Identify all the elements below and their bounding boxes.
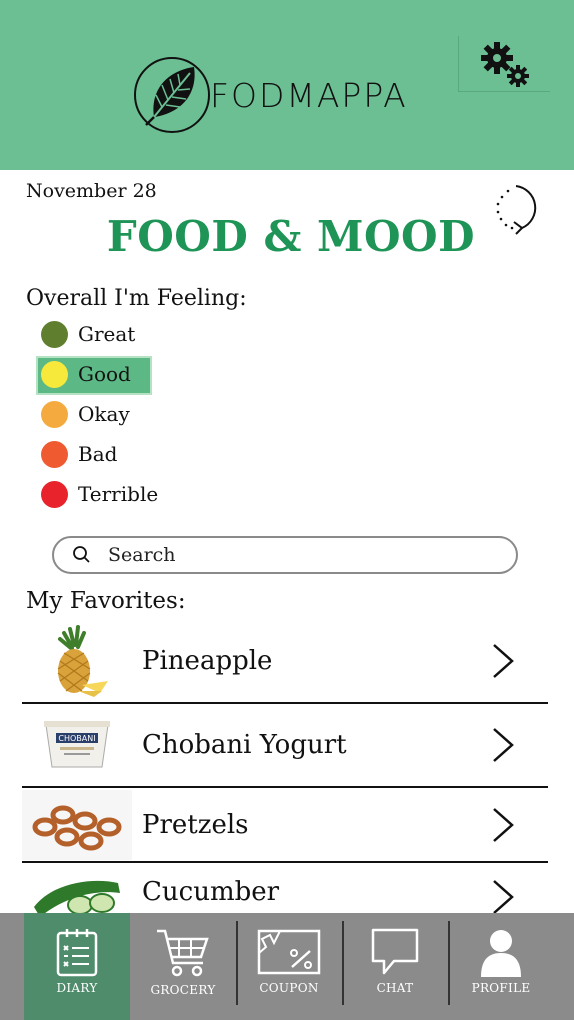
nav-label: COUPON: [259, 981, 319, 995]
chevron-right-icon[interactable]: [488, 877, 518, 917]
nav-grocery[interactable]: GROCERY: [130, 913, 236, 1020]
favorite-item-pineapple[interactable]: Pineapple: [22, 620, 548, 704]
mood-option-okay[interactable]: Okay: [36, 394, 236, 434]
mood-option-great[interactable]: Great: [36, 314, 236, 354]
mood-option-label: Bad: [78, 442, 118, 466]
mood-option-label: Okay: [78, 402, 130, 426]
mood-option-good[interactable]: Good: [36, 354, 236, 395]
cart-icon: [157, 929, 209, 977]
nav-profile[interactable]: PROFILE: [448, 913, 554, 1020]
page-title: FOOD & MOOD: [106, 212, 476, 261]
mood-dot-icon: [41, 440, 68, 468]
date-label: November 28: [26, 180, 157, 202]
cucumber-image: [22, 877, 132, 917]
mood-label: Overall I'm Feeling:: [26, 286, 247, 311]
favorite-name: Chobani Yogurt: [142, 730, 347, 760]
search-icon: [73, 546, 90, 563]
nav-chat[interactable]: CHAT: [342, 913, 448, 1020]
mood-option-label: Good: [78, 362, 131, 386]
settings-button[interactable]: [458, 36, 550, 92]
pineapple-image: [22, 625, 132, 697]
yogurt-image: CHOBANI: [22, 717, 132, 773]
mood-list: Great Good Okay Bad Terrible: [36, 314, 236, 514]
mood-option-bad[interactable]: Bad: [36, 434, 236, 474]
leaf-logo-icon: [134, 57, 210, 133]
profile-icon: [481, 930, 521, 977]
chevron-right-icon[interactable]: [488, 641, 518, 681]
favorite-item-chobani-yogurt[interactable]: CHOBANI Chobani Yogurt: [22, 704, 548, 788]
favorite-name: Pineapple: [142, 646, 273, 676]
bottom-nav: DIARY GROCERY COUPON CHAT PROFILE: [0, 913, 574, 1020]
chevron-right-icon[interactable]: [488, 725, 518, 765]
mood-dot-icon: [41, 360, 68, 388]
pretzels-image: [22, 789, 132, 860]
nav-label: PROFILE: [471, 981, 531, 995]
coupon-icon: [257, 929, 321, 975]
mood-dot-icon: [41, 480, 68, 508]
diary-icon: [56, 929, 98, 977]
favorite-item-pretzels[interactable]: Pretzels: [22, 788, 548, 863]
nav-diary[interactable]: DIARY: [24, 913, 130, 1020]
favorite-name: Cucumber: [142, 877, 280, 907]
search-input[interactable]: Search: [52, 536, 518, 574]
nav-label: GROCERY: [150, 983, 216, 997]
gears-icon: [480, 41, 529, 87]
nav-label: CHAT: [376, 981, 414, 995]
app-name: FODMAPPA: [210, 75, 408, 115]
svg-text:CHOBANI: CHOBANI: [58, 734, 95, 743]
nav-label: DIARY: [56, 981, 98, 995]
chat-icon: [371, 928, 419, 975]
search-placeholder: Search: [108, 544, 176, 566]
favorites-label: My Favorites:: [26, 588, 186, 614]
chevron-right-icon[interactable]: [488, 805, 518, 845]
mood-option-terrible[interactable]: Terrible: [36, 474, 236, 514]
mood-option-label: Great: [78, 322, 136, 346]
mood-dot-icon: [41, 320, 68, 348]
favorites-list: Pineapple CHOBANI Chobani Yogurt Pretzel…: [22, 620, 548, 947]
nav-coupon[interactable]: COUPON: [236, 913, 342, 1020]
mood-option-label: Terrible: [78, 482, 159, 506]
app-logo: FODMAPPA: [132, 55, 408, 135]
app-header: FODMAPPA: [0, 0, 574, 170]
mood-dot-icon: [41, 400, 68, 428]
favorite-name: Pretzels: [142, 809, 249, 840]
